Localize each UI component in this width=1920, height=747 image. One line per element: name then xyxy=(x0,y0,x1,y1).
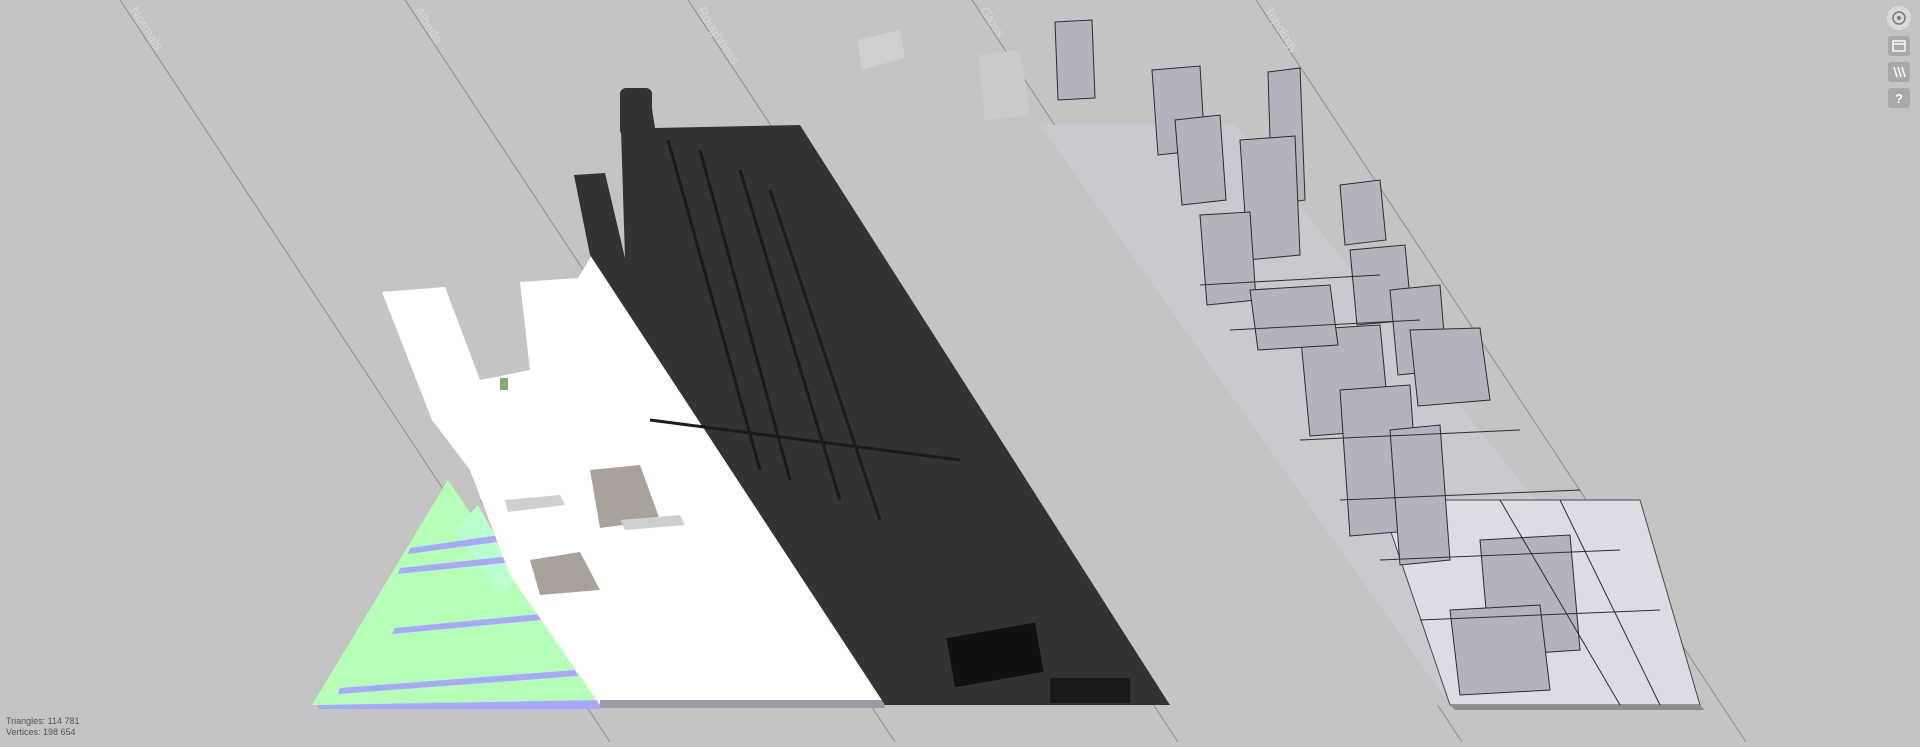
render-stats: Triangles: 114 781 Vertices: 198 654 xyxy=(6,716,80,738)
render-viewport[interactable]: Normals Albedo Roughness Gloss Topology xyxy=(0,0,1920,743)
window-icon xyxy=(1892,40,1906,52)
vertex-count: Vertices: 198 654 xyxy=(6,727,76,737)
camera-orbit-icon xyxy=(1892,11,1906,25)
triangle-count: Triangles: 114 781 xyxy=(6,716,80,726)
view-toolbar: ? xyxy=(1886,6,1912,108)
camera-orbit-button[interactable] xyxy=(1887,6,1911,30)
help-button[interactable]: ? xyxy=(1888,88,1910,108)
window-button[interactable] xyxy=(1888,36,1910,56)
scene-canvas[interactable] xyxy=(0,0,1920,743)
stripes-view-icon xyxy=(1893,66,1906,78)
help-icon: ? xyxy=(1895,90,1903,106)
stripes-view-button[interactable] xyxy=(1888,62,1910,82)
